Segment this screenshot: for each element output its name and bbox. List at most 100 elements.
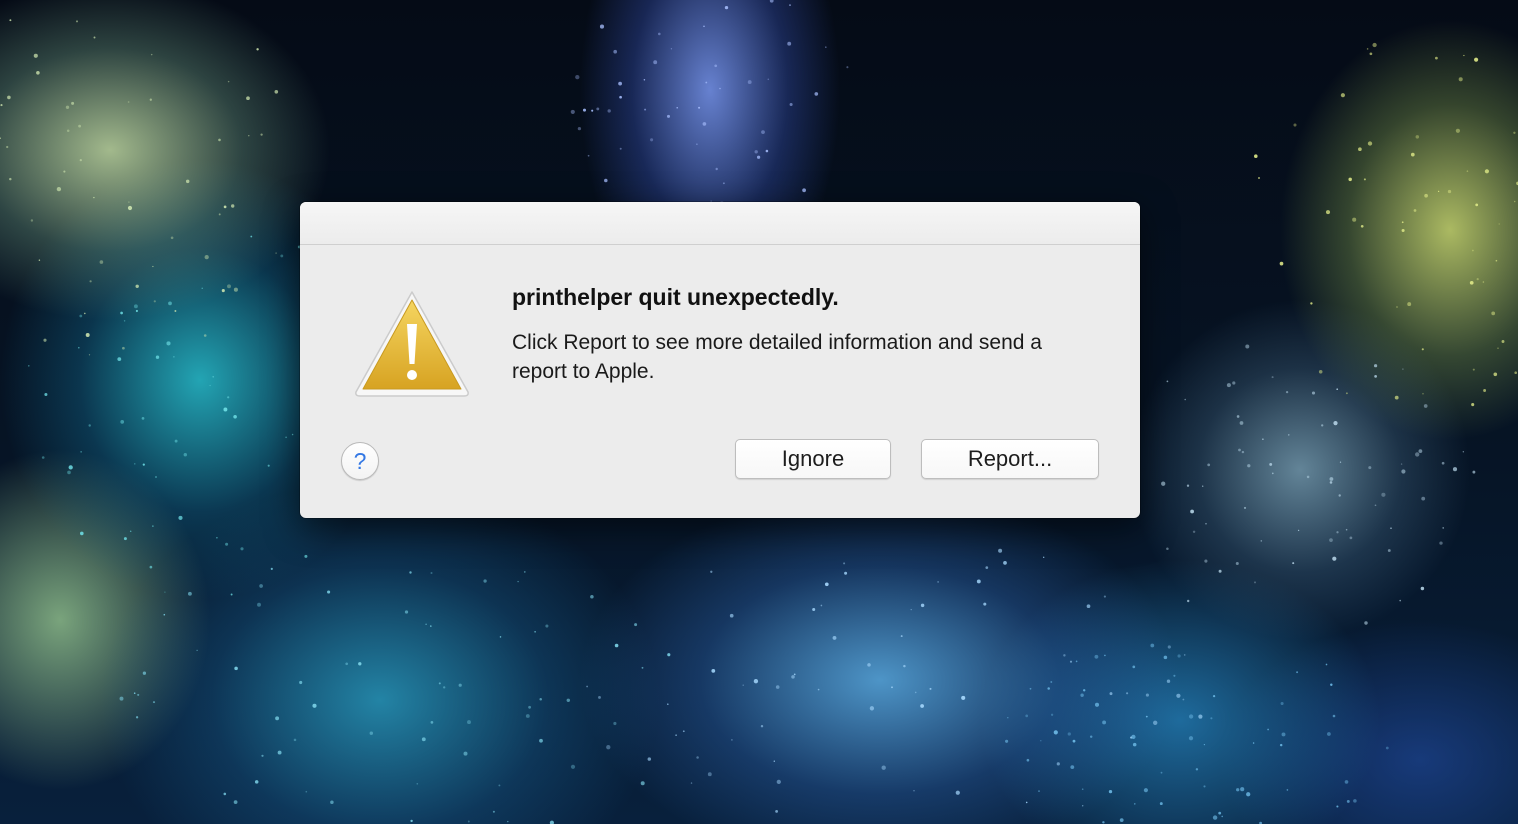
powder-speck [1435,56,1438,60]
powder-speck [267,464,270,467]
powder-speck [223,407,228,412]
powder-speck [1280,701,1284,706]
powder-speck [463,751,468,756]
powder-speck [227,396,230,399]
powder-speck [667,703,669,705]
powder-speck [166,341,171,346]
powder-speck [507,820,509,823]
powder-speck [1329,477,1334,481]
powder-speck [1003,561,1007,565]
powder-speck [1271,472,1274,475]
powder-speck [458,683,462,687]
powder-speck [483,579,487,583]
powder-speck [690,782,693,784]
powder-speck [150,53,153,56]
powder-speck [83,312,86,315]
powder-speck [120,420,125,424]
powder-speck [1452,467,1458,472]
powder-speck [1475,203,1479,207]
powder-speck [820,604,823,607]
powder-speck [596,107,600,111]
powder-speck [1173,674,1176,677]
powder-speck [123,537,127,541]
powder-speck [173,356,175,358]
ignore-button[interactable]: Ignore [735,439,891,479]
powder-speck [410,819,413,823]
powder-speck [1447,189,1452,194]
powder-speck [1501,340,1505,343]
powder-speck [761,130,765,134]
powder-speck [246,96,250,101]
powder-speck [254,780,259,784]
powder-speck [976,579,981,584]
powder-speck [1374,504,1377,507]
powder-speck [724,5,729,10]
powder-speck [769,0,774,3]
powder-speck [920,603,925,608]
powder-speck [670,48,673,50]
powder-speck [1029,687,1032,690]
powder-speck [1353,799,1357,803]
powder-speck [1279,261,1284,266]
powder-speck [275,252,277,254]
powder-speck [137,693,140,696]
powder-speck [221,289,225,293]
powder-speck [1187,599,1190,603]
help-button[interactable]: ? [341,442,379,480]
powder-speck [604,178,608,183]
dialog-titlebar [300,202,1140,245]
powder-speck [846,66,849,69]
powder-speck [492,810,495,813]
powder-speck [1281,732,1286,737]
powder-speck [1493,372,1498,377]
powder-speck [961,695,966,700]
powder-speck [174,439,178,443]
powder-speck [1207,463,1211,467]
powder-speck [1103,595,1106,598]
powder-speck [765,149,769,153]
powder-speck [1349,536,1353,540]
powder-speck [155,355,160,359]
alert-title: printhelper quit unexpectedly. [512,284,839,310]
powder-speck [1401,228,1405,233]
powder-speck [1329,538,1333,542]
powder-speck [566,698,571,703]
powder-speck [43,338,47,342]
powder-speck [775,685,780,689]
powder-speck [1497,347,1499,349]
powder-speck [787,41,792,46]
report-button[interactable]: Report... [921,439,1099,479]
powder-speck [88,424,91,427]
powder-speck [1422,392,1424,395]
powder-speck [613,49,618,54]
powder-speck [1332,556,1337,561]
powder-speck [152,265,154,268]
powder-speck [1385,746,1389,750]
powder-speck [1439,541,1443,545]
powder-speck [703,25,705,28]
powder-speck [614,643,619,648]
powder-speck [1160,771,1163,774]
powder-speck [606,745,611,750]
powder-speck [1063,654,1066,657]
powder-speck [1153,720,1158,725]
powder-speck [577,126,582,131]
powder-speck [425,623,427,626]
powder-speck [409,571,412,574]
powder-speck [1399,599,1401,602]
powder-speck [1325,210,1331,215]
powder-speck [1482,281,1485,283]
powder-speck [910,608,912,611]
powder-speck [1372,42,1377,48]
powder-speck [1050,713,1054,716]
powder-speck [1184,398,1186,401]
powder-speck [312,703,317,708]
powder-speck [1204,559,1208,563]
powder-speck [79,314,83,318]
powder-speck [152,701,156,704]
powder-speck [814,92,819,96]
powder-speck [1190,509,1195,514]
powder-speck [63,170,66,173]
powder-speck [1514,371,1517,374]
powder-speck [1082,805,1084,807]
